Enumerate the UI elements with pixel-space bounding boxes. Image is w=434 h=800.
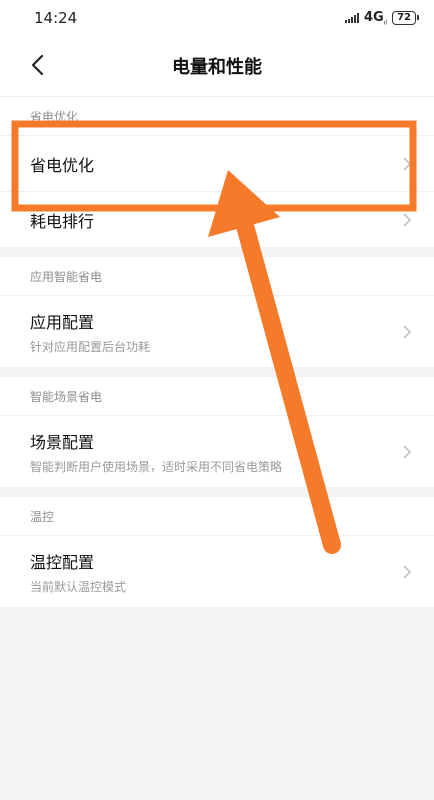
network-sub: ıl: [383, 19, 388, 27]
section-label: 智能场景省电: [30, 389, 103, 404]
page-title: 电量和性能: [172, 57, 262, 78]
row-title: 省电优化: [30, 155, 95, 175]
section-app-smart-saving: 应用智能省电 应用配置 针对应用配置后台功耗: [0, 257, 434, 367]
chevron-right-icon: [403, 324, 412, 339]
back-button[interactable]: [22, 50, 52, 80]
header: 电量和性能: [0, 36, 434, 96]
chevron-right-icon: [403, 156, 412, 171]
row-thermal-config[interactable]: 温控配置 当前默认温控模式: [0, 535, 434, 607]
row-subtitle: 针对应用配置后台功耗: [30, 339, 151, 354]
signal-icon: [345, 13, 360, 23]
chevron-right-icon: [403, 564, 412, 579]
status-bar: 14:24 4Gıl 72: [0, 0, 434, 36]
row-app-config[interactable]: 应用配置 针对应用配置后台功耗: [0, 295, 434, 367]
section-thermal: 温控 温控配置 当前默认温控模式: [0, 497, 434, 607]
top-area: 14:24 4Gıl 72 电量和性能: [0, 0, 434, 96]
battery-icon: 72: [392, 11, 419, 25]
row-title: 温控配置: [30, 552, 95, 572]
chevron-right-icon: [403, 212, 412, 227]
section-label: 应用智能省电: [30, 269, 103, 284]
section-scene-saving: 智能场景省电 场景配置 智能判断用户使用场景，适时采用不同省电策略: [0, 377, 434, 487]
chevron-right-icon: [403, 444, 412, 459]
row-subtitle: 当前默认温控模式: [30, 579, 127, 594]
row-title: 耗电排行: [30, 211, 95, 231]
network-type: 4G: [364, 9, 384, 25]
row-power-optimization[interactable]: 省电优化: [0, 135, 434, 191]
network-indicator: 4Gıl: [364, 10, 387, 27]
chevron-left-icon: [31, 54, 44, 76]
section-power-saving: 省电优化 省电优化 耗电排行: [0, 96, 434, 247]
row-title: 应用配置: [30, 312, 95, 332]
row-power-ranking[interactable]: 耗电排行: [0, 191, 434, 247]
section-label: 省电优化: [30, 109, 79, 124]
row-scene-config[interactable]: 场景配置 智能判断用户使用场景，适时采用不同省电策略: [0, 415, 434, 487]
battery-level: 72: [397, 12, 411, 23]
section-label: 温控: [30, 509, 55, 524]
row-title: 场景配置: [30, 432, 95, 452]
status-time: 14:24: [34, 9, 78, 27]
row-subtitle: 智能判断用户使用场景，适时采用不同省电策略: [30, 459, 283, 474]
status-indicators: 4Gıl 72: [345, 10, 419, 27]
